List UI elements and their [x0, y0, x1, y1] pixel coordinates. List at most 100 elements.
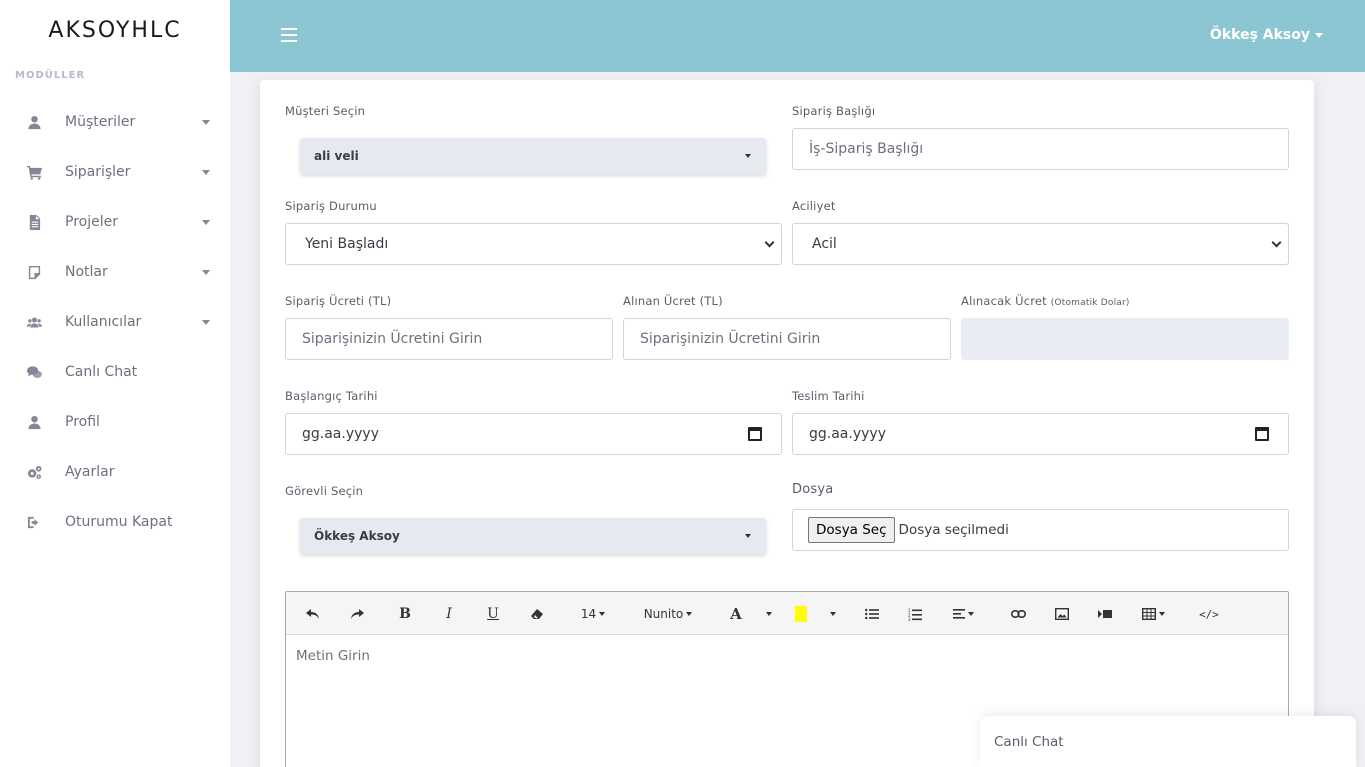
- file-status: Dosya seçilmedi: [898, 522, 1009, 538]
- sidebar-heading: MODÜLLER: [15, 70, 86, 81]
- brand-logo[interactable]: AKSOYHLC: [0, 0, 230, 60]
- underline-icon[interactable]: U: [485, 605, 501, 623]
- customer-label: Müşteri Seçin: [285, 104, 366, 118]
- sidebar-item-ayarlar[interactable]: Ayarlar: [0, 447, 230, 497]
- menu-toggle-icon[interactable]: [281, 28, 297, 42]
- chevron-down-icon: [202, 269, 210, 275]
- user-name: Ökkeş Aksoy: [1209, 27, 1310, 43]
- chevron-down-icon: [1315, 32, 1323, 38]
- customer-select[interactable]: ali veli: [300, 138, 766, 174]
- sidebar-item-label: Notlar: [65, 264, 108, 280]
- font-size-dropdown[interactable]: 14: [579, 605, 607, 623]
- user-menu[interactable]: Ökkeş Aksoy: [1210, 27, 1323, 43]
- sidebar-item-kullanicilar[interactable]: Kullanıcılar: [0, 297, 230, 347]
- video-icon[interactable]: [1097, 605, 1113, 623]
- sidebar-item-musteriler[interactable]: Müşteriler: [0, 97, 230, 147]
- font-size-value: 14: [580, 607, 597, 621]
- link-icon[interactable]: [1010, 605, 1026, 623]
- received-fee-placeholder: Siparişinizin Ücretini Girin: [640, 331, 821, 347]
- topbar: Ökkeş Aksoy: [230, 0, 1365, 72]
- sidebar-item-label: Kullanıcılar: [65, 314, 142, 330]
- sign-out-icon: [26, 514, 42, 530]
- sidebar-item-profil[interactable]: Profil: [0, 397, 230, 447]
- font-color-icon[interactable]: A: [728, 605, 744, 623]
- order-fee-input[interactable]: Siparişinizin Ücretini Girin: [285, 318, 613, 360]
- italic-icon[interactable]: I: [441, 605, 457, 623]
- sidebar-item-notlar[interactable]: Notlar: [0, 247, 230, 297]
- bold-icon[interactable]: B: [397, 605, 413, 623]
- file-choose-button[interactable]: Dosya Seç: [808, 517, 895, 543]
- live-chat-widget[interactable]: Canlı Chat: [980, 716, 1356, 767]
- font-name-value: Nunito: [643, 607, 684, 621]
- table-icon[interactable]: [1140, 605, 1166, 623]
- highlight-color-dropdown[interactable]: [825, 605, 837, 623]
- sidebar-item-label: Ayarlar: [65, 464, 115, 480]
- order-status-label: Sipariş Durumu: [285, 199, 377, 213]
- svg-text:3: 3: [908, 617, 911, 621]
- order-title-placeholder: İş-Sipariş Başlığı: [809, 141, 924, 157]
- sidebar-item-label: Oturumu Kapat: [65, 514, 173, 530]
- chevron-down-icon: [764, 237, 775, 248]
- chevron-down-icon: [202, 169, 210, 175]
- calendar-icon[interactable]: [748, 427, 762, 441]
- page-scrollbar[interactable]: [1358, 72, 1365, 767]
- undo-icon[interactable]: [305, 605, 321, 623]
- customer-select-value: ali veli: [314, 149, 359, 163]
- assignee-select[interactable]: Ökkeş Aksoy: [300, 518, 766, 554]
- urgency-label: Aciliyet: [792, 199, 836, 213]
- assignee-label: Görevli Seçin: [285, 484, 364, 498]
- editor-toolbar: B I U 14 Nunito A 123 </>: [286, 592, 1288, 635]
- start-date-value: gg.aa.yyyy: [302, 426, 379, 442]
- highlight-color-icon[interactable]: [795, 605, 807, 623]
- cart-icon: [26, 164, 42, 180]
- sidebar-item-canli-chat[interactable]: Canlı Chat: [0, 347, 230, 397]
- chevron-down-icon: [202, 119, 210, 125]
- chevron-down-icon: [745, 534, 751, 538]
- editor-placeholder: Metin Girin: [296, 648, 370, 664]
- order-status-select[interactable]: Yeni Başladı: [285, 223, 782, 265]
- received-fee-input[interactable]: Siparişinizin Ücretini Girin: [623, 318, 951, 360]
- redo-icon[interactable]: [349, 605, 365, 623]
- eraser-icon[interactable]: [529, 605, 545, 623]
- file-label: Dosya: [792, 482, 834, 497]
- users-icon: [26, 314, 42, 330]
- delivery-date-value: gg.aa.yyyy: [809, 426, 886, 442]
- image-icon[interactable]: [1054, 605, 1070, 623]
- ordered-list-icon[interactable]: 123: [907, 605, 923, 623]
- start-date-label: Başlangıç Tarihi: [285, 389, 378, 403]
- urgency-select[interactable]: Acil: [792, 223, 1289, 265]
- user-icon: [26, 114, 42, 130]
- chevron-down-icon: [202, 319, 210, 325]
- font-color-dropdown[interactable]: [761, 605, 773, 623]
- order-form-card: Müşteri Seçin ali veli Sipariş Başlığı İ…: [260, 80, 1314, 767]
- due-fee-label-note: (Otomatik Dolar): [1050, 298, 1130, 308]
- sidebar-item-label: Projeler: [65, 214, 118, 230]
- sidebar-item-projeler[interactable]: Projeler: [0, 197, 230, 247]
- chevron-down-icon: [1271, 237, 1282, 248]
- order-fee-placeholder: Siparişinizin Ücretini Girin: [302, 331, 483, 347]
- sidebar-item-label: Siparişler: [65, 164, 131, 180]
- received-fee-label: Alınan Ücret (TL): [623, 294, 723, 308]
- delivery-date-input[interactable]: gg.aa.yyyy: [792, 413, 1289, 455]
- start-date-input[interactable]: gg.aa.yyyy: [285, 413, 782, 455]
- align-icon[interactable]: [951, 605, 975, 623]
- delivery-date-label: Teslim Tarihi: [792, 389, 865, 403]
- gears-icon: [26, 464, 42, 480]
- sidebar: AKSOYHLC MODÜLLER Müşteriler Siparişler …: [0, 0, 230, 767]
- chevron-down-icon: [745, 154, 751, 158]
- order-title-input[interactable]: İş-Sipariş Başlığı: [792, 128, 1289, 170]
- calendar-icon[interactable]: [1255, 427, 1269, 441]
- due-fee-label-text: Alınacak Ücret: [961, 294, 1047, 308]
- editor-content[interactable]: Metin Girin: [286, 635, 1288, 677]
- unordered-list-icon[interactable]: [864, 605, 880, 623]
- chevron-down-icon: [202, 219, 210, 225]
- live-chat-label: Canlı Chat: [994, 734, 1064, 750]
- file-input[interactable]: Dosya Seç Dosya seçilmedi: [792, 509, 1289, 551]
- file-icon: [26, 214, 42, 230]
- code-view-icon[interactable]: </>: [1198, 605, 1220, 623]
- sidebar-item-oturumu-kapat[interactable]: Oturumu Kapat: [0, 497, 230, 547]
- urgency-value: Acil: [812, 236, 837, 252]
- order-fee-label: Sipariş Ücreti (TL): [285, 294, 392, 308]
- font-name-dropdown[interactable]: Nunito: [642, 605, 694, 623]
- sidebar-item-siparisler[interactable]: Siparişler: [0, 147, 230, 197]
